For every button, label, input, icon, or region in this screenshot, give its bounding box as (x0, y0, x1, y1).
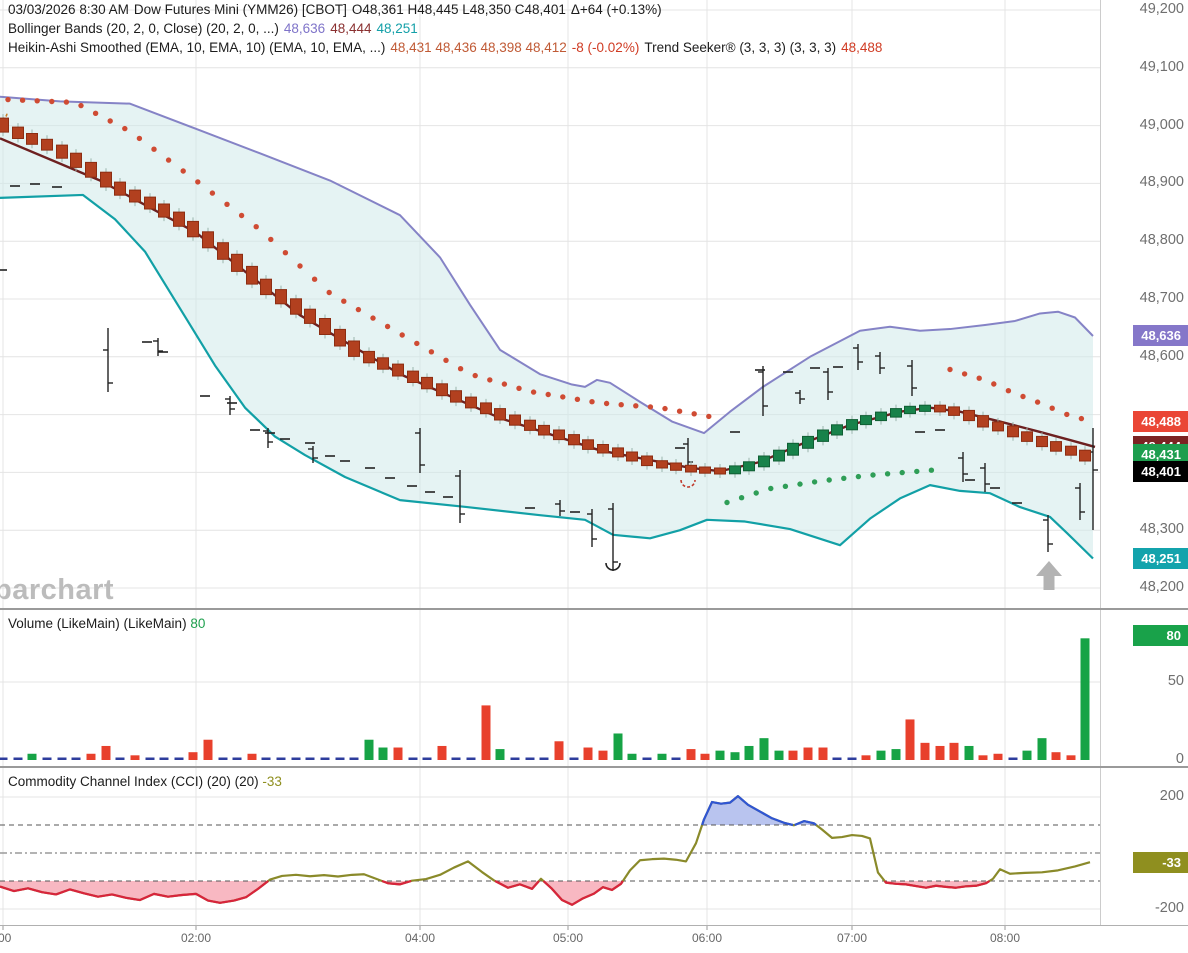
time-axis-label: 02:00 (180, 931, 212, 945)
volume-axis-label: 0 (1175, 751, 1184, 767)
quote-change: Δ+64 (+0.13%) (570, 2, 662, 17)
volume-current-value: 80 (190, 616, 206, 631)
price-axis-label: 48,300 (1139, 521, 1184, 538)
bollinger-lower-value: 48,251 (376, 21, 418, 36)
heikin-ashi-label: Heikin-Ashi Smoothed (EMA, 10, EMA, 10) … (8, 40, 386, 55)
cci-axis-label: 200 (1159, 788, 1184, 804)
price-axis-border (1100, 0, 1101, 925)
time-axis-label: 05:00 (552, 931, 584, 945)
barchart-interactive-chart: { "colors": { "candle_red": "#b2401f", "… (0, 0, 1188, 953)
legend-row-heikin-ashi[interactable]: Heikin-Ashi Smoothed (EMA, 10, EMA, 10) … (8, 40, 887, 55)
volume-title-text: Volume (LikeMain) (LikeMain) (8, 616, 187, 631)
legend-row-quote: 03/03/2026 8:30 AM Dow Futures Mini (YMM2… (8, 2, 667, 17)
time-axis-label: 08:00 (989, 931, 1021, 945)
cci-badge: -33 (1133, 851, 1188, 873)
price-badge: 48,401 (1133, 461, 1188, 483)
price-axis-label: 48,600 (1139, 347, 1184, 364)
time-axis-label: 04:00 (404, 931, 436, 945)
price-badge: 48,488 (1133, 411, 1188, 433)
chart-canvas[interactable] (0, 0, 1188, 953)
heikin-ashi-change: -8 (-0.02%) (571, 40, 640, 55)
bollinger-label: Bollinger Bands (20, 2, 0, Close) (20, 2… (8, 21, 279, 36)
price-axis-label: 48,900 (1139, 174, 1184, 191)
time-axis-label: 06:00 (691, 931, 723, 945)
price-axis-label: 49,100 (1139, 58, 1184, 75)
time-axis-label: 07:00 (836, 931, 868, 945)
price-axis-label: 48,800 (1139, 232, 1184, 249)
cci-title-text: Commodity Channel Index (CCI) (20) (20) (8, 774, 259, 789)
cci-panel-title[interactable]: Commodity Channel Index (CCI) (20) (20) … (8, 774, 282, 789)
time-axis-border (0, 925, 1188, 926)
panel-separator[interactable] (0, 608, 1188, 610)
heikin-ashi-values: 48,431 48,436 48,398 48,412 (390, 40, 567, 55)
bollinger-middle-value: 48,444 (330, 21, 372, 36)
trend-seeker-value: 48,488 (841, 40, 883, 55)
price-axis-label: 49,000 (1139, 116, 1184, 133)
volume-panel-title[interactable]: Volume (LikeMain) (LikeMain) 80 (8, 616, 205, 631)
time-axis-label: 00 (0, 931, 12, 945)
signal-up-arrow-icon (1036, 561, 1062, 590)
cci-axis-label: -200 (1154, 900, 1184, 916)
price-badge: 48,251 (1133, 548, 1188, 570)
price-badge: 48,636 (1133, 325, 1188, 347)
panel-separator[interactable] (0, 766, 1188, 768)
barchart-watermark-logo: barchart (0, 574, 115, 606)
volume-axis-label: 50 (1167, 673, 1184, 689)
quote-datetime: 03/03/2026 8:30 AM (8, 2, 129, 17)
bollinger-upper-value: 48,636 (283, 21, 326, 36)
volume-badge: 80 (1133, 624, 1188, 646)
price-axis-label: 48,200 (1139, 579, 1184, 595)
quote-ohlc: O48,361 H48,445 L48,350 C48,401 (351, 2, 566, 17)
legend-row-bollinger[interactable]: Bollinger Bands (20, 2, 0, Close) (20, 2… (8, 21, 423, 36)
quote-symbol: Dow Futures Mini (YMM26) [CBOT] (133, 2, 347, 17)
cci-current-value: -33 (262, 774, 282, 789)
price-axis-label: 48,700 (1139, 290, 1184, 306)
price-axis-label: 49,200 (1139, 1, 1184, 17)
trend-seeker-label: Trend Seeker® (3, 3, 3) (3, 3, 3) (644, 40, 837, 55)
